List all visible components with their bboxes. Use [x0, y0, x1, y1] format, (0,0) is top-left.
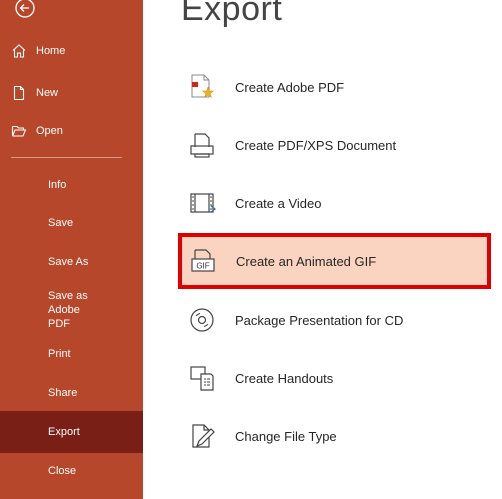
sidebar-item-label: Save as Adobe PDF [48, 290, 88, 330]
sidebar-item-label: Save As [48, 256, 89, 268]
back-arrow-icon[interactable] [13, 0, 37, 22]
sidebar-item-save[interactable]: Save [0, 204, 143, 242]
sidebar-item-label: Print [48, 348, 71, 360]
option-label: Create Handouts [235, 370, 334, 386]
sidebar-item-label: Open [36, 125, 63, 137]
option-label: Create PDF/XPS Document [235, 137, 397, 153]
sidebar-item-close[interactable]: Close [0, 452, 143, 490]
backstage-sidebar: Home New Open Info Save Save As Save as … [0, 0, 143, 499]
sidebar-item-home[interactable]: Home [0, 34, 143, 68]
create-animated-gif-option[interactable]: GIF Create an Animated GIF [178, 233, 491, 289]
sidebar-item-save-as-adobe-pdf[interactable]: Save as Adobe PDF [0, 287, 143, 333]
sidebar-item-label: New [36, 87, 59, 99]
sidebar-item-label: Export [48, 426, 80, 438]
change-file-type-icon [187, 421, 217, 451]
option-label: Create an Animated GIF [236, 253, 377, 269]
option-label: Change File Type [235, 428, 337, 444]
gif-icon: GIF [188, 246, 218, 276]
svg-text:GIF: GIF [196, 262, 209, 271]
sidebar-divider [11, 157, 122, 158]
sidebar-item-label: Info [48, 179, 67, 191]
sidebar-item-label: Close [48, 465, 77, 477]
adobe-pdf-icon [187, 72, 217, 102]
change-file-type-option[interactable]: Change File Type [180, 413, 487, 459]
home-icon [11, 43, 27, 59]
new-document-icon [11, 85, 27, 101]
export-panel: Export Create Adobe PDF Create PDF/XPS D… [143, 0, 502, 499]
sidebar-item-open[interactable]: Open [0, 114, 143, 148]
create-adobe-pdf-option[interactable]: Create Adobe PDF [180, 64, 487, 110]
folder-open-icon [11, 123, 27, 139]
video-icon [187, 188, 217, 218]
sidebar-item-export[interactable]: Export [0, 411, 143, 453]
sidebar-item-save-as[interactable]: Save As [0, 243, 143, 281]
sidebar-item-share[interactable]: Share [0, 374, 143, 412]
sidebar-item-new[interactable]: New [0, 76, 143, 110]
option-label: Create Adobe PDF [235, 79, 345, 95]
sidebar-item-print[interactable]: Print [0, 335, 143, 373]
sidebar-item-label: Save [48, 217, 74, 229]
create-video-option[interactable]: Create a Video [180, 180, 487, 226]
page-title: Export [181, 0, 283, 28]
handouts-icon [187, 363, 217, 393]
sidebar-item-label: Share [48, 387, 78, 399]
create-pdf-xps-option[interactable]: Create PDF/XPS Document [180, 122, 487, 168]
option-label: Create a Video [235, 195, 322, 211]
option-label: Package Presentation for CD [235, 312, 404, 328]
pdf-xps-document-icon [187, 130, 217, 160]
package-presentation-cd-option[interactable]: Package Presentation for CD [180, 297, 487, 343]
cd-icon [187, 305, 217, 335]
sidebar-item-info[interactable]: Info [0, 166, 143, 204]
sidebar-item-label: Home [36, 45, 66, 57]
create-handouts-option[interactable]: Create Handouts [180, 355, 487, 401]
